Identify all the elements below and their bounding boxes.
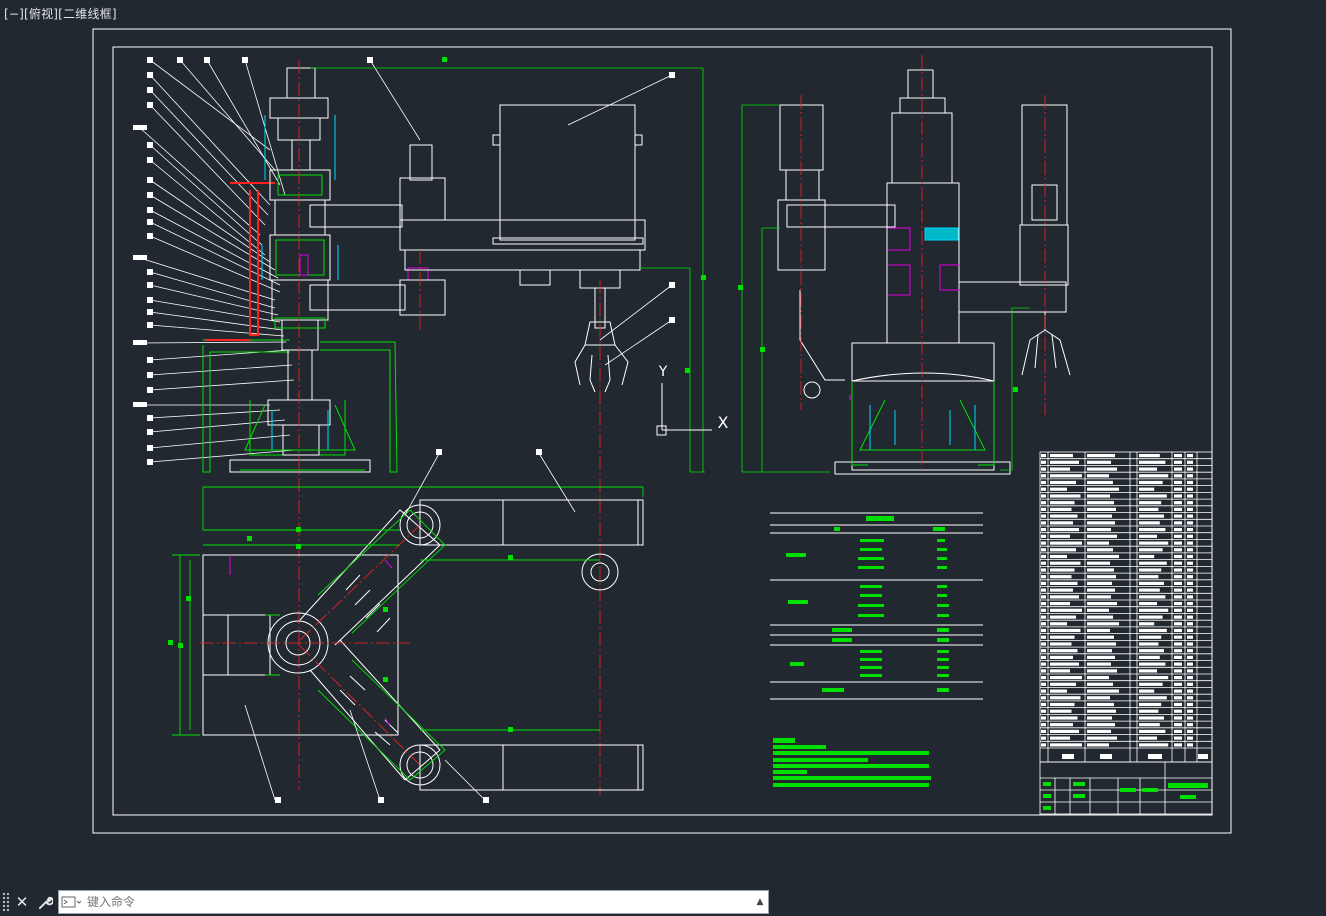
- command-input-container: ▲: [58, 890, 769, 914]
- ucs-y-label: Y: [658, 364, 668, 380]
- command-prompt-icon[interactable]: [59, 891, 85, 913]
- command-history-icon[interactable]: ▲: [752, 892, 768, 912]
- side-view: [738, 55, 1071, 475]
- drag-grip-icon[interactable]: [2, 892, 10, 912]
- close-icon[interactable]: ✕: [12, 891, 32, 913]
- ucs-icon: [656, 383, 712, 436]
- bill-of-materials: [1039, 451, 1213, 815]
- drawing-canvas[interactable]: Y X: [0, 0, 1326, 886]
- command-line-bar: ✕ ▲: [0, 889, 770, 915]
- ucs-x-label: X: [718, 413, 729, 432]
- command-input[interactable]: [85, 891, 752, 913]
- front-view: [133, 57, 706, 795]
- parameter-table: [770, 512, 983, 700]
- wrench-icon[interactable]: [35, 891, 55, 913]
- top-view: [168, 449, 644, 803]
- technical-notes: [773, 738, 931, 787]
